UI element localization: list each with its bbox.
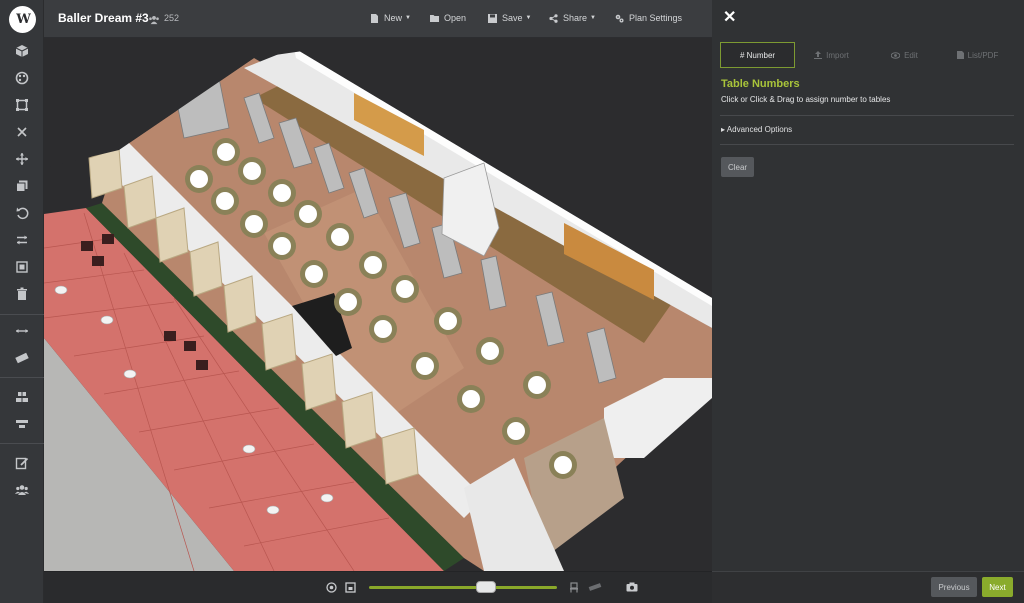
top-bar: Baller Dream #3 252 New ▼ Open Save ▼ Shar… [44, 0, 712, 38]
gear-icon [615, 14, 624, 22]
palette-icon[interactable] [8, 67, 36, 89]
tab-list-pdf-label: List/PDF [967, 50, 999, 60]
table-numbers-panel: ✕ # Number Import Edit List/PDF Table Nu… [712, 0, 1024, 603]
distribute-vertical-icon[interactable] [8, 386, 36, 408]
venue-3d-render [44, 38, 712, 571]
open-menu-label: Open [444, 13, 467, 23]
file-icon [371, 13, 378, 23]
app-logo[interactable]: W [9, 6, 36, 33]
save-icon [488, 13, 497, 23]
zoom-slider-handle[interactable] [476, 581, 496, 593]
chair-icon[interactable] [569, 582, 579, 596]
tab-number[interactable]: # Number [720, 42, 795, 68]
chevron-down-icon: ▼ [405, 15, 411, 21]
view-3d-icon[interactable] [8, 40, 36, 62]
save-menu-label: Save [502, 13, 523, 23]
tab-edit[interactable]: Edit [868, 42, 941, 68]
app-root: W Baller Dream #3 252 New ▼ Open Save ▼ … [0, 0, 1024, 603]
select-box-icon[interactable] [8, 94, 36, 116]
eye-icon [891, 51, 901, 59]
ruler-icon[interactable] [8, 347, 36, 369]
plan-title[interactable]: Baller Dream #3 [58, 11, 149, 25]
edit-note-icon[interactable] [8, 452, 36, 474]
panel-divider [720, 115, 1014, 116]
share-icon [549, 13, 558, 23]
share-menu[interactable]: Share ▼ [549, 13, 596, 23]
guests-icon [148, 12, 160, 30]
fit-view-icon[interactable] [345, 582, 356, 596]
panel-footer: Previous Next [712, 571, 1024, 603]
duplicate-icon[interactable] [8, 175, 36, 197]
save-menu[interactable]: Save ▼ [488, 13, 531, 23]
next-button[interactable]: Next [982, 577, 1013, 597]
chevron-down-icon: ▼ [525, 15, 532, 21]
panel-description: Click or Click & Drag to assign number t… [721, 95, 891, 104]
chevron-down-icon: ▼ [590, 15, 596, 21]
toolbar-divider [0, 314, 44, 315]
zoom-slider-track[interactable] [369, 586, 557, 589]
tab-import-label: Import [826, 50, 849, 60]
document-icon [956, 51, 964, 59]
logo-text: W [16, 12, 31, 27]
close-panel-icon[interactable]: ✕ [723, 7, 736, 27]
trash-icon[interactable] [8, 283, 36, 305]
panel-heading: Table Numbers [721, 78, 800, 90]
panel-tabs: # Number Import Edit List/PDF [720, 42, 1014, 68]
left-toolbar: W [0, 0, 44, 603]
move-icon[interactable] [8, 148, 36, 170]
align-box-icon[interactable] [8, 256, 36, 278]
guests-icon[interactable] [8, 479, 36, 501]
folder-icon [430, 14, 439, 22]
new-menu[interactable]: New ▼ [370, 13, 411, 23]
tab-import[interactable]: Import [795, 42, 868, 68]
floorplan-3d-canvas[interactable] [44, 38, 712, 571]
tab-edit-label: Edit [904, 50, 918, 60]
camera-icon[interactable] [626, 582, 638, 595]
guest-count: 252 [164, 13, 180, 23]
advanced-options-toggle[interactable]: ▸ Advanced Options [721, 125, 792, 134]
toolbar-divider [0, 377, 44, 378]
measure-icon[interactable] [8, 320, 36, 342]
ruler-icon[interactable] [588, 582, 602, 595]
previous-button[interactable]: Previous [931, 577, 977, 597]
plan-settings-menu[interactable]: Plan Settings [615, 13, 682, 23]
undo-icon[interactable] [8, 202, 36, 224]
open-menu[interactable]: Open [430, 13, 466, 23]
share-menu-label: Share [563, 13, 588, 23]
distribute-horizontal-icon[interactable] [8, 413, 36, 435]
clear-button[interactable]: Clear [721, 157, 754, 177]
swap-icon[interactable] [8, 229, 36, 251]
plan-settings-label: Plan Settings [629, 13, 683, 23]
toolbar-divider [0, 443, 44, 444]
tab-number-label: # Number [739, 50, 776, 60]
target-icon[interactable] [326, 582, 337, 596]
tab-list-pdf[interactable]: List/PDF [941, 42, 1014, 68]
panel-divider [720, 144, 1014, 145]
close-icon[interactable] [8, 121, 36, 143]
canvas-bottom-bar [44, 571, 712, 603]
upload-icon [814, 51, 823, 59]
new-menu-label: New [384, 13, 403, 23]
